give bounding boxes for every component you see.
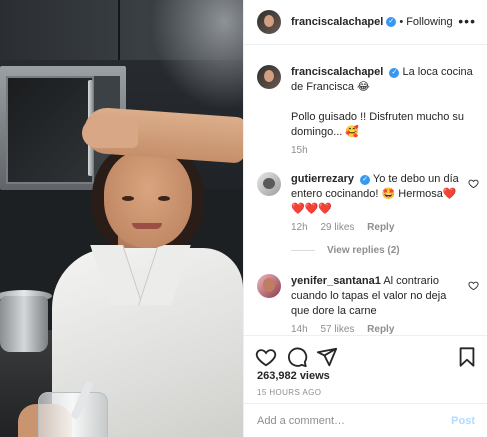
- share-send-icon[interactable]: [316, 346, 338, 368]
- reply-button[interactable]: Reply: [367, 222, 394, 233]
- separator-dot: •: [399, 16, 404, 28]
- post-timestamp[interactable]: 15 HOURS AGO: [257, 388, 321, 397]
- save-bookmark-icon[interactable]: [456, 346, 478, 368]
- commenter-username[interactable]: yenifer_santana1: [291, 275, 381, 287]
- add-comment-input[interactable]: [257, 414, 452, 427]
- following-button[interactable]: Following: [406, 16, 452, 28]
- comment-time[interactable]: 14h: [291, 324, 308, 335]
- instagram-post: franciscalachapel ✓ • Following ••• fran…: [0, 0, 487, 437]
- caption-text-line2: Pollo guisado !! Disfruten mucho su domi…: [291, 111, 465, 138]
- comments-scroll-area[interactable]: franciscalachapel ✓ La loca cocina de Fr…: [244, 45, 487, 335]
- view-replies-button[interactable]: View replies (2): [291, 245, 400, 256]
- add-comment-bar: Post: [244, 403, 487, 437]
- post-comment-button[interactable]: Post: [451, 415, 475, 427]
- caption-time[interactable]: 15h: [291, 145, 308, 156]
- comment-item: gutierrezary ✓ Yo te debo un día entero …: [257, 172, 479, 256]
- verified-badge-icon: ✓: [360, 175, 371, 185]
- comment-likes[interactable]: 29 likes: [320, 222, 354, 233]
- like-comment-heart-icon[interactable]: [468, 280, 479, 291]
- verified-badge-icon: ✓: [386, 17, 397, 27]
- post-video[interactable]: [0, 0, 243, 437]
- post-actions: 263,982 views 15 HOURS AGO: [244, 335, 487, 403]
- comment-bubble-icon[interactable]: [286, 346, 308, 368]
- like-heart-icon[interactable]: [255, 346, 277, 368]
- like-comment-heart-icon[interactable]: [468, 178, 479, 189]
- commenter-avatar[interactable]: [257, 172, 281, 196]
- cooking-pot: [0, 296, 48, 352]
- comment-item: yenifer_santana1 Al contrario cuando lo …: [257, 274, 479, 335]
- post-side-panel: franciscalachapel ✓ • Following ••• fran…: [243, 0, 487, 437]
- author-avatar[interactable]: [257, 10, 281, 34]
- person-face: [104, 150, 192, 248]
- view-count[interactable]: 263,982 views: [257, 370, 330, 382]
- post-caption: franciscalachapel ✓ La loca cocina de Fr…: [257, 65, 479, 156]
- caption-username[interactable]: franciscalachapel: [291, 66, 383, 78]
- commenter-avatar[interactable]: [257, 274, 281, 298]
- verified-badge-icon: ✓: [389, 68, 400, 78]
- comment-meta: 14h 57 likes Reply: [291, 324, 404, 335]
- caption-avatar[interactable]: [257, 65, 281, 89]
- reply-button[interactable]: Reply: [367, 324, 394, 335]
- comment-likes[interactable]: 57 likes: [320, 324, 354, 335]
- more-options-icon[interactable]: •••: [458, 13, 476, 29]
- comment-meta: 12h 29 likes Reply: [291, 222, 404, 233]
- author-username[interactable]: franciscalachapel: [291, 16, 383, 28]
- post-header: franciscalachapel ✓ • Following •••: [244, 0, 487, 45]
- commenter-username[interactable]: gutierrezary: [291, 173, 354, 185]
- comment-time[interactable]: 12h: [291, 222, 308, 233]
